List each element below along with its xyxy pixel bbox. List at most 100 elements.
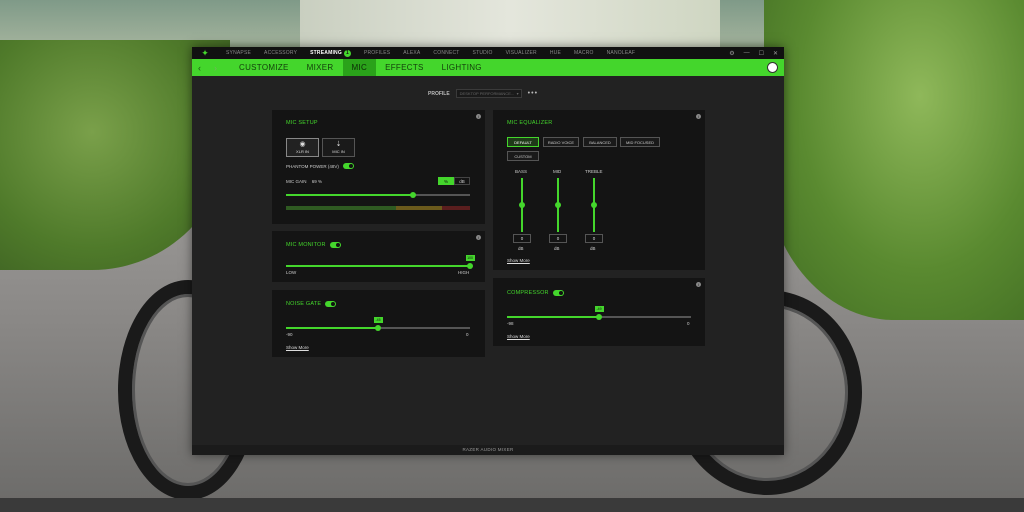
noise-gate-max-label: 0 — [466, 332, 469, 337]
eq-treble-knob[interactable] — [591, 202, 597, 208]
top-tab-profiles[interactable]: PROFILES — [364, 50, 390, 56]
eq-mid-unit: dB — [554, 246, 560, 251]
top-tab-label: SYNAPSE — [226, 50, 252, 56]
top-tab-label: ACCESSORY — [264, 50, 298, 56]
settings-icon[interactable]: ⚙ — [729, 50, 734, 57]
mic-monitor-slider[interactable]: 100 — [286, 255, 475, 269]
compressor-show-more-link[interactable]: Show More — [507, 334, 530, 339]
compressor-slider[interactable]: -49 — [507, 306, 691, 320]
compressor-header: COMPRESSOR — [507, 290, 564, 296]
mic-monitor-fill — [286, 265, 470, 267]
top-tab-label: HUE — [549, 50, 561, 56]
top-tab-synapse[interactable]: SYNAPSE — [226, 50, 251, 56]
noise-gate-panel: NOISE GATE -45 -90 0 Show More — [272, 290, 485, 357]
top-tab-visualizer[interactable]: VISUALIZER — [506, 50, 537, 56]
meter-green-segment — [286, 206, 397, 210]
meter-yellow-segment — [396, 206, 443, 210]
eq-bass-value[interactable]: 0 — [513, 234, 531, 243]
back-arrow-icon[interactable]: ‹ — [198, 63, 208, 73]
tab-mic[interactable]: MIC — [342, 59, 377, 76]
mic-in-label: MIC IN — [332, 149, 345, 154]
info-icon[interactable]: i — [476, 235, 481, 240]
top-tab-studio[interactable]: STUDIO — [473, 50, 493, 56]
minimize-icon[interactable]: — — [744, 50, 750, 56]
tab-effects[interactable]: EFFECTS — [376, 59, 433, 76]
top-tab-hue[interactable]: HUE — [550, 50, 561, 56]
top-tab-label: NANOLEAF — [606, 50, 636, 56]
profile-more-button[interactable]: ••• — [528, 90, 538, 97]
eq-mid-value[interactable]: 0 — [549, 234, 567, 243]
compressor-toggle[interactable] — [552, 290, 564, 296]
unit-db-button[interactable]: dB — [454, 177, 470, 185]
eq-preset-custom[interactable]: CUSTOM — [507, 151, 539, 161]
compressor-panel: i COMPRESSOR -49 -98 0 Show More — [493, 278, 705, 346]
eq-preset-default[interactable]: DEFAULT — [507, 137, 539, 147]
top-tab-accessory[interactable]: ACCESSORY — [264, 50, 297, 56]
footer-title: RAZER AUDIO MIXER — [192, 445, 784, 455]
razer-logo-icon: ✦ — [201, 48, 209, 58]
xlr-in-label: XLR IN — [296, 149, 309, 154]
eq-treble-unit: dB — [590, 246, 596, 251]
mic-monitor-panel: i MIC MONITOR 100 LOW HIGH — [272, 231, 485, 282]
top-tab-alexa[interactable]: ALEXA — [403, 50, 420, 56]
top-tab-nanoleaf[interactable]: NANOLEAF — [607, 50, 636, 56]
compressor-knob[interactable] — [596, 314, 602, 320]
maximize-icon[interactable]: ☐ — [759, 50, 764, 57]
top-tab-label: VISUALIZER — [505, 50, 537, 56]
top-tab-label: STREAMING — [310, 50, 342, 56]
compressor-min-label: -98 — [507, 321, 514, 326]
mic-monitor-toggle[interactable] — [329, 242, 341, 248]
tab-lighting[interactable]: LIGHTING — [433, 59, 491, 76]
tab-mixer[interactable]: MIXER — [298, 59, 343, 76]
avatar[interactable] — [767, 62, 778, 73]
noise-gate-knob[interactable] — [375, 325, 381, 331]
info-icon[interactable]: i — [476, 114, 481, 119]
compressor-fill — [507, 316, 599, 318]
top-tab-label: MACRO — [574, 50, 594, 56]
profile-label: PROFILE — [428, 90, 450, 97]
mic-gain-knob[interactable] — [409, 192, 416, 198]
compressor-title: COMPRESSOR — [507, 290, 549, 296]
top-nav-bar: ✦ SYNAPSE ACCESSORY STREAMING 1 PROFILES ALEX… — [192, 47, 784, 59]
mic-monitor-low-label: LOW — [286, 270, 297, 275]
noise-gate-toggle[interactable] — [325, 301, 337, 307]
mic-monitor-tooltip: 100 — [465, 255, 475, 261]
window-controls: ⚙ — ☐ ✕ — [729, 47, 778, 59]
top-tab-label: STUDIO — [472, 50, 493, 56]
mic-gain-fill — [286, 194, 413, 196]
top-tab-macro[interactable]: MACRO — [574, 50, 594, 56]
taskbar-strip — [0, 498, 1024, 512]
mic-in-button[interactable]: ⇣ MIC IN — [322, 138, 355, 157]
eq-bass-unit: dB — [518, 246, 524, 251]
sub-tab-bar: ‹ › CUSTOMIZE MIXER MIC EFFECTS LIGHTING — [192, 59, 784, 76]
mic-gain-slider[interactable] — [286, 192, 470, 198]
eq-treble-value[interactable]: 0 — [585, 234, 603, 243]
close-icon[interactable]: ✕ — [773, 50, 778, 57]
unit-percent-button[interactable]: % — [438, 177, 454, 185]
top-tab-streaming[interactable]: STREAMING 1 — [310, 49, 351, 57]
xlr-in-button[interactable]: ◉ XLR IN — [286, 138, 319, 157]
forward-arrow-icon[interactable]: › — [214, 63, 224, 73]
eq-mid-knob[interactable] — [555, 202, 561, 208]
noise-gate-slider[interactable]: -45 — [286, 317, 470, 331]
eq-preset-mid-focused[interactable]: MID FOCUSED — [620, 137, 660, 147]
eq-bass-knob[interactable] — [519, 202, 525, 208]
phantom-power-label: PHANTOM POWER (48V) — [286, 163, 339, 169]
noise-gate-header: NOISE GATE — [286, 301, 337, 307]
mic-monitor-title: MIC MONITOR — [286, 242, 326, 248]
eq-preset-balanced[interactable]: BALANCED — [583, 137, 617, 147]
profile-select[interactable]: DESKTOP PERFORMANCE... — [455, 89, 522, 98]
top-tab-label: PROFILES — [363, 50, 391, 56]
top-tab-connect[interactable]: CONNECT — [433, 50, 459, 56]
noise-gate-tooltip: -45 — [373, 317, 383, 323]
eq-band-treble-label: TREBLE — [585, 169, 603, 174]
info-icon[interactable]: i — [696, 114, 701, 119]
mic-monitor-knob[interactable] — [467, 263, 473, 269]
eq-show-more-link[interactable]: Show More — [507, 258, 530, 263]
phantom-power-toggle[interactable] — [342, 163, 354, 169]
profile-row: PROFILE DESKTOP PERFORMANCE... ••• — [428, 89, 538, 98]
info-icon[interactable]: i — [696, 282, 701, 287]
eq-preset-radio-voice[interactable]: RADIO VOICE — [543, 137, 579, 147]
tab-customize[interactable]: CUSTOMIZE — [230, 59, 298, 76]
noise-gate-show-more-link[interactable]: Show More — [286, 345, 309, 350]
